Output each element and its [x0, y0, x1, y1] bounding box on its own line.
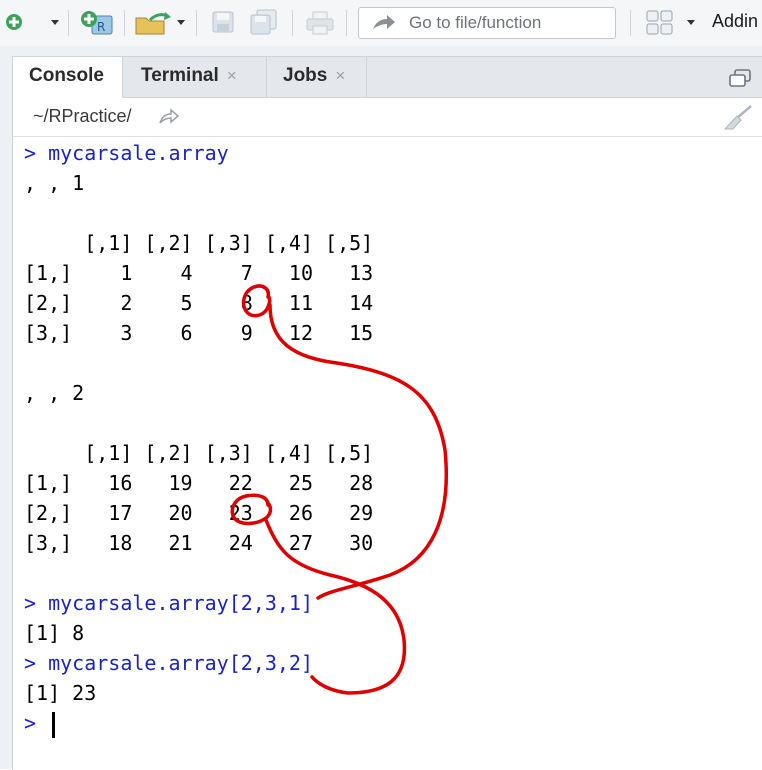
console-output-line: [1,] 16 19 22 25 28 — [24, 468, 373, 498]
console-line-text: [3,] 3 6 9 12 15 — [24, 321, 374, 345]
save-icon[interactable] — [212, 11, 234, 33]
console-input-line[interactable]: > — [24, 708, 373, 738]
console-prompt: > — [24, 711, 37, 735]
console-output-line: , , 1 — [24, 168, 373, 198]
console-line-text: [2,] 17 20 23 26 29 — [24, 501, 374, 525]
console-command-line: > mycarsale.array[2,3,1] — [24, 588, 373, 618]
console-line-text: , , 2 — [24, 381, 85, 405]
console-line-text: , , 1 — [24, 171, 85, 195]
clear-console-icon[interactable] — [723, 104, 753, 130]
console-output-line: [2,] 17 20 23 26 29 — [24, 498, 373, 528]
console-output-line: , , 2 — [24, 378, 373, 408]
text-cursor — [52, 711, 56, 738]
tab-console-label: Console — [29, 65, 104, 86]
tab-terminal-label: Terminal — [141, 65, 219, 86]
console-output-line: [1] 8 — [24, 618, 373, 648]
go-to-arrow-icon — [373, 15, 395, 29]
console-line-text: [3,] 18 21 24 27 30 — [24, 531, 374, 555]
console-line-text: mycarsale.array[2,3,2] — [48, 651, 313, 675]
console-line-text: [,1] [,2] [,3] [,4] [,5] — [24, 441, 374, 465]
addins-menu[interactable]: Addin — [712, 11, 758, 32]
console-line-text: [1,] 1 4 7 10 13 — [24, 261, 374, 285]
tab-jobs-close-icon[interactable]: × — [335, 66, 345, 85]
console-line-text: [2,] 2 5 8 11 14 — [24, 291, 374, 315]
tab-jobs[interactable]: Jobs × — [267, 57, 367, 97]
go-to-file-placeholder: Go to file/function — [409, 13, 542, 32]
console-output-line: [3,] 18 21 24 27 30 — [24, 528, 373, 558]
go-to-file-input[interactable]: Go to file/function — [358, 7, 616, 39]
console-line-text: [1] 8 — [24, 621, 85, 645]
save-all-icon[interactable] — [250, 9, 278, 35]
console-prompt: > — [24, 651, 37, 675]
console-output-line: [3,] 3 6 9 12 15 — [24, 318, 373, 348]
open-file-icon[interactable] — [134, 10, 174, 36]
workspace-panes-icon[interactable] — [646, 10, 674, 36]
open-file-dropdown-icon[interactable] — [177, 20, 185, 25]
new-file-dropdown-icon[interactable] — [51, 20, 59, 25]
tab-jobs-label: Jobs — [283, 65, 328, 86]
pane-tab-bar: Console Terminal × Jobs × — [13, 57, 762, 98]
console-output[interactable]: > mycarsale.array , , 1 [,1] [,2] [,3] [,… — [24, 138, 373, 738]
tab-terminal[interactable]: Terminal × — [123, 57, 267, 97]
working-directory-bar: ~/RPractice/ — [13, 98, 762, 137]
working-directory-path: ~/RPractice/ — [33, 106, 132, 126]
console-output-line: [,1] [,2] [,3] [,4] [,5] — [24, 438, 373, 468]
console-output-line: [1] 23 — [24, 678, 373, 708]
console-prompt: > — [24, 591, 37, 615]
new-project-icon[interactable]: R — [80, 10, 114, 36]
workspace-panes-dropdown-icon[interactable] — [687, 20, 695, 25]
console-command-line: > mycarsale.array — [24, 138, 373, 168]
go-to-directory-icon[interactable] — [158, 108, 180, 126]
console-line-text: mycarsale.array[2,3,1] — [48, 591, 313, 615]
tab-terminal-close-icon[interactable]: × — [227, 66, 237, 85]
main-toolbar: R Go to file/function Addin — [0, 0, 762, 47]
console-command-line: > mycarsale.array[2,3,2] — [24, 648, 373, 678]
console-line-text: [1,] 16 19 22 25 28 — [24, 471, 374, 495]
tab-console[interactable]: Console — [13, 57, 123, 98]
console-output-line: [,1] [,2] [,3] [,4] [,5] — [24, 228, 373, 258]
console-output-line: [1,] 1 4 7 10 13 — [24, 258, 373, 288]
console-line-text: [,1] [,2] [,3] [,4] [,5] — [24, 231, 374, 255]
console-prompt: > — [24, 141, 37, 165]
print-icon[interactable] — [305, 10, 335, 36]
console-output-line: [2,] 2 5 8 11 14 — [24, 288, 373, 318]
console-line-text: mycarsale.array — [48, 141, 229, 165]
restore-pane-icon[interactable] — [729, 69, 751, 87]
new-file-icon[interactable] — [4, 12, 24, 32]
console-line-text: [1] 23 — [24, 681, 97, 705]
svg-text:R: R — [97, 20, 105, 34]
